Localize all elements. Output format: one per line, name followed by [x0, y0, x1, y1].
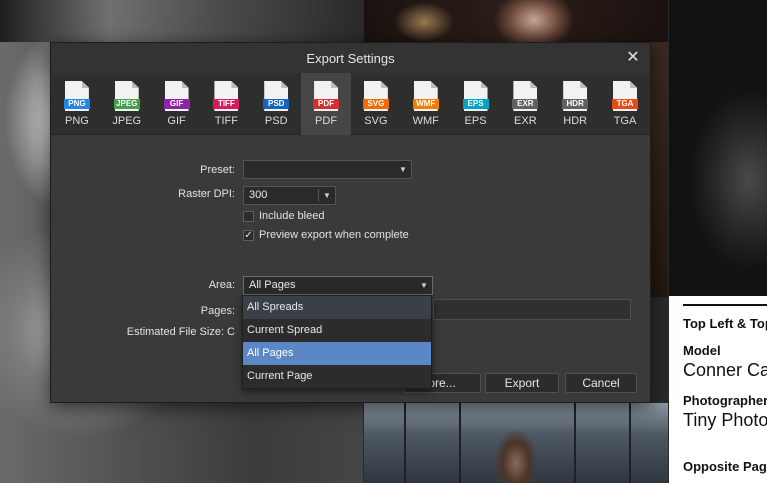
format-eps-button[interactable]: EPS EPS: [451, 73, 501, 135]
caption-value: Tiny Photo: [683, 410, 767, 430]
format-png-button[interactable]: PNG PNG: [52, 73, 102, 135]
jpeg-file-icon: JPEG: [113, 81, 140, 111]
format-jpeg-button[interactable]: JPEG JPEG: [102, 73, 152, 135]
background-photo-forest: [364, 403, 668, 483]
background-photo-dark-portrait: [669, 0, 767, 296]
exr-file-icon: EXR: [512, 81, 539, 111]
wmf-file-icon: WMF: [412, 81, 439, 111]
area-dropdown-list: All Spreads Current Spread All Pages Curren…: [242, 295, 432, 389]
gif-file-icon: GIF: [163, 81, 190, 111]
estimated-file-size-label: Estimated File Size: C: [126, 326, 235, 338]
png-file-icon: PNG: [63, 81, 90, 111]
psd-file-icon: PSD: [263, 81, 290, 111]
preview-export-label: Preview export when complete: [259, 229, 409, 241]
include-bleed-label: Include bleed: [259, 210, 325, 222]
area-option[interactable]: Current Page: [243, 365, 431, 388]
format-badge: PDF: [313, 99, 340, 109]
preset-label: Preset:: [200, 164, 235, 176]
format-badge: PSD: [263, 99, 290, 109]
format-label: EPS: [464, 115, 487, 127]
background-photo-performer: [364, 0, 668, 42]
area-label: Area:: [208, 279, 235, 291]
include-bleed-option[interactable]: Include bleed: [243, 210, 324, 222]
chevron-down-icon: ▼: [399, 165, 407, 174]
format-badge: GIF: [163, 99, 190, 109]
format-psd-button[interactable]: PSD PSD: [251, 73, 301, 135]
format-label: PSD: [264, 115, 288, 127]
area-option[interactable]: All Spreads: [243, 296, 431, 319]
format-label: TIFF: [214, 115, 238, 127]
format-badge: TIFF: [213, 99, 240, 109]
area-value: All Pages: [249, 279, 296, 291]
cancel-button[interactable]: Cancel: [565, 373, 637, 393]
format-label: GIF: [167, 115, 186, 127]
format-wmf-button[interactable]: WMF WMF: [401, 73, 451, 135]
format-tiff-button[interactable]: TIFF TIFF: [201, 73, 251, 135]
format-pdf-button[interactable]: PDF PDF: [301, 73, 351, 135]
caption-heading: Model: [683, 343, 721, 358]
format-badge: WMF: [412, 99, 439, 109]
format-toolbar: PNG PNG JPEG JPEG GIF GIF TIFF TIFF PSD PSD PDF PDF…: [51, 73, 650, 135]
format-label: HDR: [563, 115, 588, 127]
caption-heading: Top Left & Top: [683, 316, 767, 331]
raster-dpi-value: 300: [249, 189, 268, 201]
area-option[interactable]: All Pages: [243, 342, 431, 365]
pdf-file-icon: PDF: [313, 81, 340, 111]
format-badge: PNG: [63, 99, 90, 109]
format-exr-button[interactable]: EXR EXR: [500, 73, 550, 135]
area-option[interactable]: Current Spread: [243, 319, 431, 342]
format-tga-button[interactable]: TGA TGA: [600, 73, 650, 135]
format-badge: HDR: [562, 99, 589, 109]
format-hdr-button[interactable]: HDR HDR: [550, 73, 600, 135]
preset-dropdown[interactable]: ▼: [243, 160, 412, 179]
caption-value: Conner Ca: [683, 360, 767, 380]
format-label: PNG: [64, 115, 89, 127]
format-badge: TGA: [612, 99, 639, 109]
format-label: WMF: [412, 115, 439, 127]
tga-file-icon: TGA: [612, 81, 639, 111]
format-label: PDF: [315, 115, 338, 127]
raster-dpi-field[interactable]: 300 ▼: [243, 186, 336, 205]
caption-heading: Photographer: [683, 393, 767, 408]
format-badge: JPEG: [113, 99, 140, 109]
dialog-title: Export Settings: [306, 50, 395, 66]
format-label: TGA: [613, 115, 637, 127]
format-badge: EPS: [462, 99, 489, 109]
pages-label: Pages:: [200, 305, 235, 317]
svg-file-icon: SVG: [362, 81, 389, 111]
include-bleed-checkbox[interactable]: [243, 210, 254, 222]
background-photo-strip: [651, 42, 668, 297]
eps-file-icon: EPS: [462, 81, 489, 111]
export-button[interactable]: Export: [485, 373, 559, 393]
preview-export-checkbox[interactable]: ✓: [243, 229, 254, 241]
format-label: JPEG: [112, 115, 142, 127]
format-badge: EXR: [512, 99, 539, 109]
caption-divider: [683, 304, 767, 306]
chevron-down-icon[interactable]: ▼: [319, 187, 335, 204]
raster-dpi-label: Raster DPI:: [178, 188, 235, 200]
format-label: EXR: [514, 115, 537, 127]
tiff-file-icon: TIFF: [213, 81, 240, 111]
close-icon[interactable]: ✕: [624, 49, 642, 67]
background-caption-page: Top Left & Top Model Conner Ca Photograp…: [669, 296, 767, 483]
preview-export-option[interactable]: ✓ Preview export when complete: [243, 229, 409, 241]
caption-heading: Opposite Page: [683, 459, 767, 474]
hdr-file-icon: HDR: [562, 81, 589, 111]
pages-input[interactable]: [433, 299, 631, 320]
format-label: SVG: [364, 115, 388, 127]
chevron-down-icon: ▼: [420, 281, 428, 290]
format-badge: SVG: [362, 99, 389, 109]
background-photo-portrait-top: [0, 0, 363, 42]
area-dropdown[interactable]: All Pages ▼: [243, 276, 433, 295]
format-svg-button[interactable]: SVG SVG: [351, 73, 401, 135]
dialog-titlebar[interactable]: Export Settings ✕: [51, 43, 650, 73]
format-gif-button[interactable]: GIF GIF: [152, 73, 202, 135]
